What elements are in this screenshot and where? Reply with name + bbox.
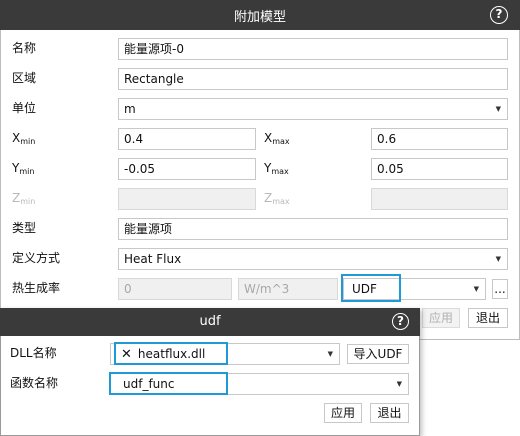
region-label: 区域 (12, 71, 37, 85)
rate-unit-field: W/m^3 (238, 278, 338, 300)
help-icon[interactable]: ? (490, 6, 508, 24)
udf-apply-button[interactable]: 应用 (324, 403, 362, 423)
help-icon[interactable]: ? (392, 313, 409, 330)
name-label: 名称 (12, 41, 37, 55)
chevron-down-icon: ▼ (495, 105, 501, 113)
xmin-label: Xmin (12, 131, 36, 146)
dll-label: DLL名称 (10, 346, 57, 360)
func-label: 函数名称 (10, 376, 59, 390)
zmin-label: Zmin (12, 191, 36, 206)
udf-title: udf (199, 314, 221, 329)
dll-highlight-box (114, 342, 228, 365)
chevron-down-icon: ▼ (396, 380, 402, 388)
chevron-down-icon: ▼ (495, 255, 501, 263)
ymin-label: Ymin (12, 161, 35, 176)
udf-highlight-box (341, 274, 401, 302)
rate-value-field: 0 (118, 278, 232, 300)
unit-select[interactable]: m ▼ (118, 98, 508, 120)
chevron-down-icon: ▼ (473, 285, 479, 293)
zmax-label: Zmax (264, 191, 290, 206)
func-highlight-box (109, 372, 228, 395)
type-field[interactable]: 能量源项 (118, 218, 508, 240)
unit-select-value: m (124, 102, 136, 116)
xmax-label: Xmax (264, 131, 290, 146)
type-label: 类型 (12, 221, 37, 235)
method-select[interactable]: Heat Flux ▼ (118, 248, 508, 270)
main-title-bar[interactable]: 附加模型 ? (0, 0, 520, 30)
ymax-field[interactable]: 0.05 (371, 158, 508, 180)
unit-label: 单位 (12, 101, 37, 115)
more-button[interactable]: ... (492, 279, 508, 299)
xmax-field[interactable]: 0.6 (371, 128, 508, 150)
zmax-field (371, 188, 508, 210)
region-field[interactable]: Rectangle (118, 68, 508, 90)
name-field[interactable]: 能量源项-0 (118, 38, 508, 60)
rate-label: 热生成率 (12, 281, 61, 295)
udf-title-bar[interactable]: udf ? (0, 308, 420, 336)
main-exit-button[interactable]: 退出 (468, 308, 508, 328)
ymax-label: Ymax (264, 161, 289, 176)
method-select-value: Heat Flux (124, 252, 182, 266)
xmin-field[interactable]: 0.4 (118, 128, 256, 150)
main-apply-button: 应用 (422, 308, 460, 328)
udf-exit-button[interactable]: 退出 (370, 403, 409, 423)
ymin-field[interactable]: -0.05 (118, 158, 256, 180)
main-title: 附加模型 (233, 10, 286, 25)
zmin-field (118, 188, 256, 210)
import-udf-button[interactable]: 导入UDF (347, 344, 409, 364)
method-label: 定义方式 (12, 251, 61, 265)
chevron-down-icon: ▼ (327, 350, 333, 358)
